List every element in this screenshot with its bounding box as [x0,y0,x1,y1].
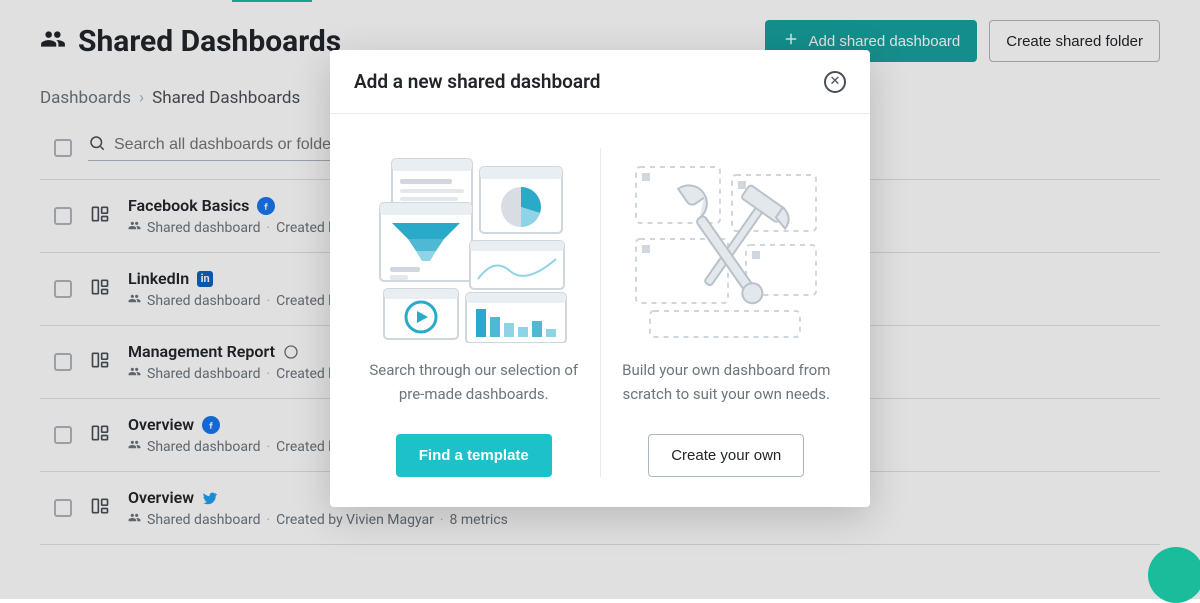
template-option: Search through our selection of pre-made… [354,148,594,477]
modal-title: Add a new shared dashboard [354,70,600,93]
close-icon[interactable]: ✕ [824,71,846,93]
custom-illustration [626,148,826,348]
custom-description: Build your own dashboard from scratch to… [616,358,836,406]
find-template-button[interactable]: Find a template [396,434,552,477]
modal-overlay[interactable]: Add a new shared dashboard ✕ [0,0,1200,599]
template-description: Search through our selection of pre-made… [364,358,584,406]
modal-divider [600,148,601,477]
add-dashboard-modal: Add a new shared dashboard ✕ [330,50,870,507]
create-own-button[interactable]: Create your own [648,434,804,477]
custom-option: Build your own dashboard from scratch to… [607,148,847,477]
template-illustration [374,148,574,348]
help-fab[interactable] [1148,547,1200,603]
